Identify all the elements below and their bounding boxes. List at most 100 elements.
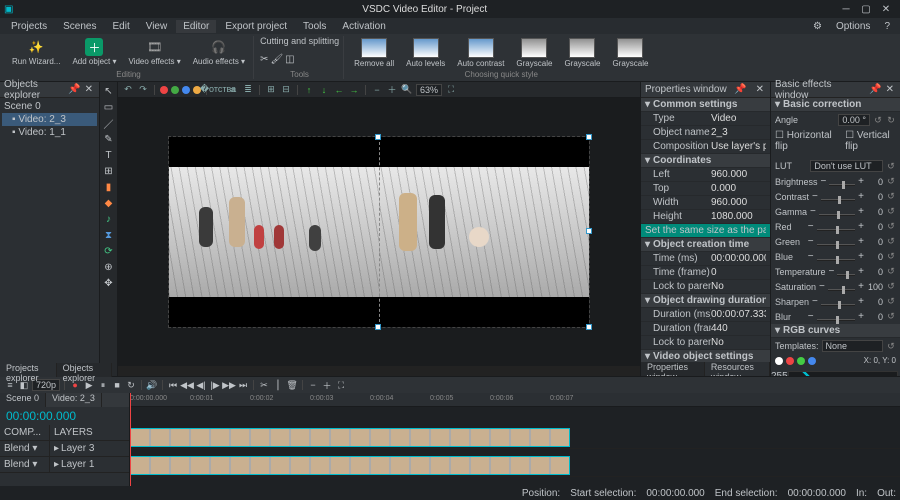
slider-track[interactable]	[817, 259, 856, 261]
style-grayscale-2[interactable]: Grayscale	[560, 36, 604, 70]
zoom-pick-icon[interactable]: 🔍	[401, 84, 413, 96]
red-dot-icon[interactable]	[160, 86, 168, 94]
zoom-in-tl-icon[interactable]: ＋	[321, 379, 333, 391]
align-left-icon[interactable]: �отства	[212, 84, 224, 96]
tree-video-1[interactable]: ▪ Video: 2_3	[2, 113, 97, 126]
gear-icon[interactable]: ⚙	[807, 20, 828, 33]
prop-row[interactable]: Object name2_3	[641, 126, 770, 140]
channel-red[interactable]	[786, 357, 794, 365]
rgb-curve-canvas[interactable]	[788, 371, 898, 376]
minimize-button[interactable]: ─	[836, 4, 856, 15]
menu-edit[interactable]: Edit	[105, 20, 136, 33]
rect-tool[interactable]: ▭	[102, 100, 116, 114]
style-grayscale-1[interactable]: Grayscale	[512, 36, 556, 70]
menu-scenes[interactable]: Scenes	[56, 20, 103, 33]
undo-icon[interactable]: ↶	[122, 84, 134, 96]
chart-tool[interactable]: ▮	[102, 180, 116, 194]
canvas-scrollbar[interactable]	[118, 366, 640, 376]
green-dot-icon[interactable]	[171, 86, 179, 94]
rgb-curves-header[interactable]: ▾RGB curves	[771, 324, 900, 338]
timeline-tracks[interactable]: 0:00:00.0000:00:010:00:020:00:030:00:040…	[130, 393, 900, 486]
tab-projects-explorer[interactable]: Projects explorer	[0, 363, 57, 377]
loop-icon[interactable]: ↻	[125, 379, 137, 391]
help-icon[interactable]: ?	[878, 20, 896, 33]
reset-icon[interactable]: ↺	[886, 191, 896, 202]
prev-icon[interactable]: ⏮	[167, 379, 179, 391]
animation-tool[interactable]: ⟳	[102, 244, 116, 258]
menu-tools[interactable]: Tools	[296, 20, 333, 33]
add-object-button[interactable]: ＋Add object ▾	[68, 36, 120, 68]
move-tool[interactable]: ✥	[102, 276, 116, 290]
basic-correction-header[interactable]: ▾Basic correction	[771, 98, 900, 112]
angle-input[interactable]: 0.00 °	[838, 114, 870, 126]
shape-tool[interactable]: ◆	[102, 196, 116, 210]
blue-dot-icon[interactable]	[182, 86, 190, 94]
arrow-right-icon[interactable]: →	[348, 84, 360, 96]
channel-all[interactable]	[775, 357, 783, 365]
slider-track[interactable]	[829, 184, 855, 186]
panel-close-icon[interactable]: ✕	[754, 84, 766, 95]
reset-icon[interactable]: ↺	[886, 311, 896, 322]
timeline-ruler[interactable]: 0:00:00.0000:00:010:00:020:00:030:00:040…	[130, 393, 900, 407]
rotate-cw-icon[interactable]: ↻	[886, 115, 896, 126]
vflip-checkbox[interactable]: ☐ Vertical flip	[845, 130, 896, 152]
reset-icon[interactable]: ↺	[886, 266, 896, 277]
prop-row[interactable]: Top0.000	[641, 182, 770, 196]
prop-row[interactable]: Duration (frame)440	[641, 322, 770, 336]
tree-video-2[interactable]: ▪ Video: 1_1	[2, 126, 97, 139]
resize-handle[interactable]	[586, 228, 592, 234]
panel-pin-icon[interactable]: 📌	[732, 84, 748, 95]
slider-track[interactable]	[821, 199, 855, 201]
slider-track[interactable]	[817, 244, 856, 246]
prop-section-header[interactable]: ▾Object drawing duration	[641, 294, 770, 308]
audio-tool[interactable]: ♪	[102, 212, 116, 226]
options-button[interactable]: Options	[830, 20, 876, 33]
cursor-tool[interactable]: ↖	[102, 84, 116, 98]
pause-icon[interactable]: ⏸	[97, 379, 109, 391]
menu-export[interactable]: Export project	[218, 20, 294, 33]
cut-icon[interactable]: ✂	[258, 379, 270, 391]
clip-video-1-1[interactable]	[130, 456, 570, 475]
split-icon[interactable]: ⎮	[272, 379, 284, 391]
channel-blue[interactable]	[808, 357, 816, 365]
hflip-checkbox[interactable]: ☐ Horizontal flip	[775, 130, 836, 152]
arrow-left-icon[interactable]: ←	[333, 84, 345, 96]
curves-template-combo[interactable]: None	[822, 340, 883, 352]
maximize-button[interactable]: ▢	[856, 4, 876, 15]
video-effects-button[interactable]: 🎞Video effects ▾	[125, 36, 185, 68]
reset-icon[interactable]: ↺	[886, 206, 896, 217]
delete-icon[interactable]: 🗑	[286, 379, 298, 391]
slider-track[interactable]	[817, 229, 856, 231]
style-remove-all[interactable]: Remove all	[350, 36, 398, 70]
run-wizard-button[interactable]: ✨Run Wizard...	[8, 36, 64, 68]
tab-objects-explorer[interactable]: Objects explorer	[57, 363, 112, 377]
resize-handle[interactable]	[586, 134, 592, 140]
prop-row[interactable]: Lock to parent dNo	[641, 280, 770, 294]
menu-activation[interactable]: Activation	[335, 20, 392, 33]
style-grayscale-3[interactable]: Grayscale	[608, 36, 652, 70]
slider-track[interactable]	[828, 289, 855, 291]
menu-projects[interactable]: Projects	[4, 20, 54, 33]
prop-row[interactable]: Lock to parent dNo	[641, 336, 770, 350]
reset-icon[interactable]: ↺	[886, 236, 896, 247]
sprite-tool[interactable]: ⊕	[102, 260, 116, 274]
prop-row[interactable]: Left960.000	[641, 168, 770, 182]
prop-action-button[interactable]: Set the same size as the parent has	[641, 224, 770, 238]
tree-scene[interactable]: Scene 0	[2, 100, 97, 113]
arrow-down-icon[interactable]: ↓	[318, 84, 330, 96]
zoom-out-icon[interactable]: −	[371, 84, 383, 96]
audio-effects-button[interactable]: 🎧Audio effects ▾	[189, 36, 249, 68]
tab-properties[interactable]: Properties window	[641, 362, 705, 376]
frame-back-icon[interactable]: ◀|	[195, 379, 207, 391]
redo-icon[interactable]: ↷	[137, 84, 149, 96]
step-back-icon[interactable]: ◀◀	[181, 379, 193, 391]
menu-editor[interactable]: Editor	[176, 20, 216, 33]
close-button[interactable]: ✕	[876, 4, 896, 15]
reset-icon[interactable]: ↺	[886, 161, 896, 172]
style-auto-levels[interactable]: Auto levels	[402, 36, 449, 70]
counter-tool[interactable]: ⧗	[102, 228, 116, 242]
align-center-icon[interactable]: ≡	[227, 84, 239, 96]
prop-row[interactable]: Time (ms)00:00:00.000	[641, 252, 770, 266]
zoom-out-tl-icon[interactable]: −	[307, 379, 319, 391]
slider-track[interactable]	[821, 304, 855, 306]
